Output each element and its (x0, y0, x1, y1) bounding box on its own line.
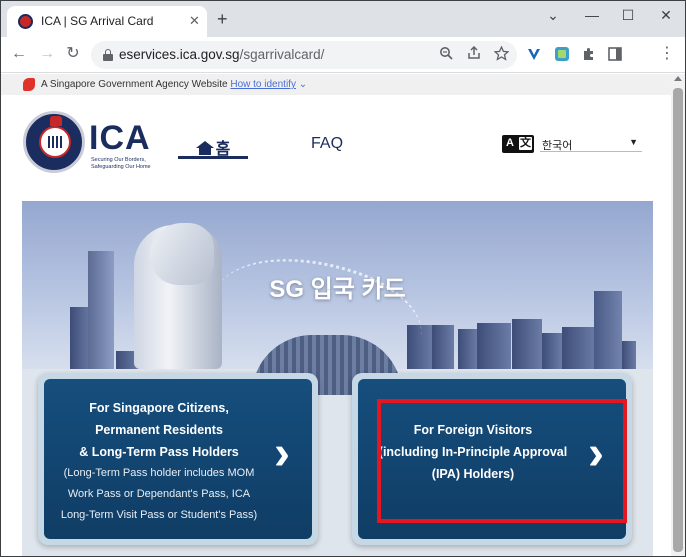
star-icon[interactable] (492, 45, 510, 64)
language-select[interactable]: 한국어 ▼ (540, 136, 642, 152)
close-window-button[interactable]: ✕ (656, 7, 676, 24)
citizens-line1: For Singapore Citizens, (89, 401, 229, 415)
browser-window: ICA | SG Arrival Card ✕ + ⌄ — ☐ ✕ ← → ↻ … (0, 0, 686, 557)
hero-banner: SG 입국 카드 For Singapore Citizens, Permane… (22, 201, 653, 556)
chevron-right-icon: › (274, 427, 290, 480)
logo-wordmark: ICA (89, 119, 151, 157)
language-icon: A 文 (502, 135, 534, 153)
url-text[interactable]: eservices.ica.gov.sg/sgarrivalcard/ (119, 47, 324, 62)
scroll-thumb[interactable] (673, 88, 683, 552)
dropdown-caret-icon: ▼ (629, 137, 638, 147)
citizens-note1: (Long-Term Pass holder includes MOM (63, 467, 255, 479)
lion-head-icon (23, 78, 35, 91)
visitors-card-button[interactable]: For Foreign Visitors (including In-Princ… (358, 379, 627, 539)
extension-translate-icon[interactable] (554, 46, 570, 62)
tab-strip: ICA | SG Arrival Card ✕ + ⌄ — ☐ ✕ (1, 1, 685, 37)
citizens-card-button[interactable]: For Singapore Citizens, Permanent Reside… (44, 379, 312, 539)
tab-close-icon[interactable]: ✕ (189, 13, 200, 29)
tab-title: ICA | SG Arrival Card (41, 14, 154, 28)
reload-button[interactable]: ↻ (63, 45, 83, 63)
zoom-icon[interactable] (437, 46, 455, 63)
citizens-note2: Work Pass or Dependant's Pass, ICA (67, 488, 251, 500)
visitors-card[interactable]: For Foreign Visitors (including In-Princ… (352, 373, 632, 545)
lock-icon[interactable] (103, 49, 113, 61)
hero-title: SG 입국 카드 (269, 276, 406, 303)
menu-icon[interactable]: ⋮ (657, 45, 677, 63)
page-content: ICA Securing Our Borders, Safeguarding O… (1, 95, 671, 556)
home-icon (195, 141, 214, 155)
highlight-box (377, 399, 627, 523)
ica-crest-icon (23, 111, 85, 173)
browser-tab[interactable]: ICA | SG Arrival Card ✕ (7, 6, 207, 37)
gov-banner: A Singapore Government Agency Website Ho… (1, 74, 671, 95)
nav-home[interactable]: 홈 (178, 135, 248, 159)
citizens-note3: Long-Term Visit Pass or Student's Pass) (60, 509, 258, 521)
citizens-line3: & Long-Term Pass Holders (79, 445, 239, 459)
forward-button[interactable]: → (37, 45, 57, 63)
ica-logo[interactable]: ICA Securing Our Borders, Safeguarding O… (23, 111, 153, 177)
ica-favicon-icon (18, 14, 33, 29)
page-scrollbar[interactable] (671, 74, 685, 556)
tab-search-chevron-icon[interactable]: ⌄ (543, 7, 563, 24)
browser-toolbar: ← → ↻ eservices.ica.gov.sg/sgarrivalcard… (1, 37, 685, 73)
scroll-up-arrow-icon[interactable] (674, 76, 682, 81)
gov-banner-text: A Singapore Government Agency Website Ho… (41, 79, 308, 90)
url-host: eservices.ica.gov.sg (119, 47, 240, 62)
logo-tagline: Securing Our Borders, Safeguarding Our H… (91, 157, 151, 170)
minimize-button[interactable]: — (582, 7, 602, 23)
citizens-line2: Permanent Residents (95, 423, 223, 437)
address-bar[interactable]: eservices.ica.gov.sg/sgarrivalcard/ (91, 41, 517, 69)
back-button[interactable]: ← (9, 45, 29, 63)
share-icon[interactable] (465, 45, 483, 63)
maximize-button[interactable]: ☐ (618, 7, 638, 24)
citizens-card[interactable]: For Singapore Citizens, Permanent Reside… (38, 373, 318, 545)
sidepanel-icon[interactable] (607, 46, 623, 62)
nav-home-label: 홈 (215, 141, 231, 158)
chevron-down-icon[interactable]: ⌄ (299, 79, 307, 90)
new-tab-button[interactable]: + (217, 10, 228, 28)
nav-faq[interactable]: FAQ (311, 135, 343, 159)
puzzle-icon[interactable] (581, 46, 597, 62)
how-to-identify-link[interactable]: How to identify (230, 79, 296, 90)
extension-v-icon[interactable] (526, 46, 542, 62)
url-path: /sgarrivalcard/ (239, 47, 325, 62)
language-selected-value: 한국어 (542, 140, 573, 152)
